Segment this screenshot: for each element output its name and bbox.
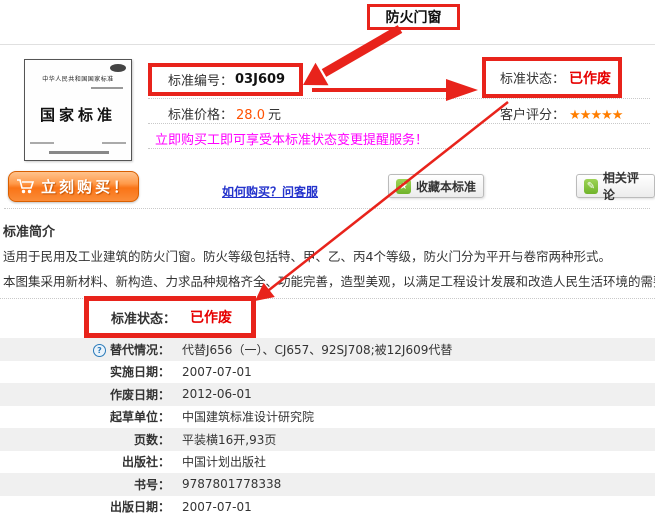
table-row: 作废日期： 2012-06-01 xyxy=(0,383,655,406)
row-value: 2007-07-01 xyxy=(182,500,252,514)
row-label: 页数： xyxy=(0,431,170,448)
table-row: ? 替代情况： 代替J656（一）、CJ657、92SJ708;被12J609代替 xyxy=(0,338,655,361)
row-value: 代替J656（一）、CJ657、92SJ708;被12J609代替 xyxy=(182,341,452,358)
dotted-divider xyxy=(4,208,650,209)
row-label: ? 替代情况： xyxy=(0,341,170,358)
table-row: 出版日期： 2007-07-01 xyxy=(0,496,655,518)
status-highlight-box: 标准状态： 已作废 xyxy=(84,296,256,338)
how-to-buy-link[interactable]: 如何购买？问客服 xyxy=(222,183,318,200)
buy-now-button[interactable]: 立刻购买！ xyxy=(8,171,139,202)
help-icon[interactable]: ? xyxy=(93,344,106,357)
intro-text: 本图集采用新材料、新构造、力求品种规格齐全、功能完善，造型美观，以满足工程设计发… xyxy=(3,271,655,290)
row-label-text: 替代情况： xyxy=(110,343,170,357)
standard-number-box: 标准编号： 03J609 xyxy=(148,63,303,96)
price-row: 标准价格：28.0元 xyxy=(168,104,281,123)
page: 防火门窗 中华人民共和国国家标准 国家标准 标准编号： 03J609 标准价格：… xyxy=(0,0,655,518)
row-value: 平装横16开,93页 xyxy=(182,431,276,448)
standard-number-label: 标准编号： xyxy=(168,70,233,89)
table-row: 书号： 9787801778338 xyxy=(0,473,655,496)
intro-heading: 标准简介 xyxy=(3,221,55,240)
cart-icon xyxy=(16,178,36,195)
comments-button[interactable]: ✎ 相关评论 xyxy=(576,174,655,198)
standard-number-value: 03J609 xyxy=(235,72,285,87)
callout-title: 防火门窗 xyxy=(386,7,442,27)
cover-top-text: 中华人民共和国国家标准 xyxy=(25,74,131,83)
dotted-divider xyxy=(148,123,650,124)
rating-row: 客户评分： ★★★★★ xyxy=(500,104,622,123)
status-label: 标准状态： xyxy=(111,308,176,327)
arrow-callout-to-number xyxy=(324,29,400,73)
intro-text: 适用于民用及工业建筑的防火门窗。防火等级包括特、甲、乙、丙4个等级，防火门分为平… xyxy=(3,246,611,265)
row-label: 书号： xyxy=(0,476,170,493)
standard-cover-image[interactable]: 中华人民共和国国家标准 国家标准 xyxy=(24,59,132,161)
comments-label: 相关评论 xyxy=(603,169,647,203)
status-label: 标准状态： xyxy=(500,68,565,87)
rating-label: 客户评分： xyxy=(500,108,565,123)
cover-decor-line xyxy=(49,151,109,154)
row-value: 中国建筑标准设计研究院 xyxy=(182,408,314,425)
callout-box: 防火门窗 xyxy=(367,4,460,30)
table-row: 页数： 平装横16开,93页 xyxy=(0,428,655,451)
cover-title: 国家标准 xyxy=(25,104,131,125)
status-value: 已作废 xyxy=(190,307,232,327)
buy-now-label: 立刻购买！ xyxy=(41,176,131,197)
cover-subline xyxy=(91,87,123,89)
status-value: 已作废 xyxy=(569,68,611,88)
cover-decor-line xyxy=(30,142,54,144)
favorite-button[interactable]: ★ 收藏本标准 xyxy=(388,174,484,198)
row-value: 2012-06-01 xyxy=(182,387,252,401)
favorite-label: 收藏本标准 xyxy=(416,178,476,195)
standard-status-box: 标准状态： 已作废 xyxy=(482,57,622,98)
favorite-icon: ★ xyxy=(396,179,411,194)
row-label: 出版社： xyxy=(0,453,170,470)
dotted-divider xyxy=(148,148,650,149)
price-label: 标准价格： xyxy=(168,108,233,123)
row-label: 实施日期： xyxy=(0,363,170,380)
row-value: 2007-07-01 xyxy=(182,365,252,379)
row-value: 9787801778338 xyxy=(182,477,281,491)
rating-stars: ★★★★★ xyxy=(569,108,622,123)
row-label: 作废日期： xyxy=(0,386,170,403)
row-label: 起草单位： xyxy=(0,408,170,425)
price-unit: 元 xyxy=(268,108,281,123)
row-value: 中国计划出版社 xyxy=(182,453,266,470)
table-row: 实施日期： 2007-07-01 xyxy=(0,361,655,384)
row-label: 出版日期： xyxy=(0,498,170,515)
header-divider xyxy=(0,44,655,45)
table-row: 出版社： 中国计划出版社 xyxy=(0,451,655,474)
cover-badge-icon xyxy=(110,64,126,72)
price-value: 28.0 xyxy=(236,108,265,123)
dotted-divider xyxy=(148,98,650,99)
table-row: 起草单位： 中国建筑标准设计研究院 xyxy=(0,406,655,429)
arrowhead xyxy=(303,63,329,86)
cover-decor-line xyxy=(102,142,126,144)
promo-text: 立即购买工即可享受本标准状态变更提醒服务！ xyxy=(155,129,428,148)
comments-icon: ✎ xyxy=(584,179,598,194)
details-table: ? 替代情况： 代替J656（一）、CJ657、92SJ708;被12J609代替… xyxy=(0,338,655,518)
